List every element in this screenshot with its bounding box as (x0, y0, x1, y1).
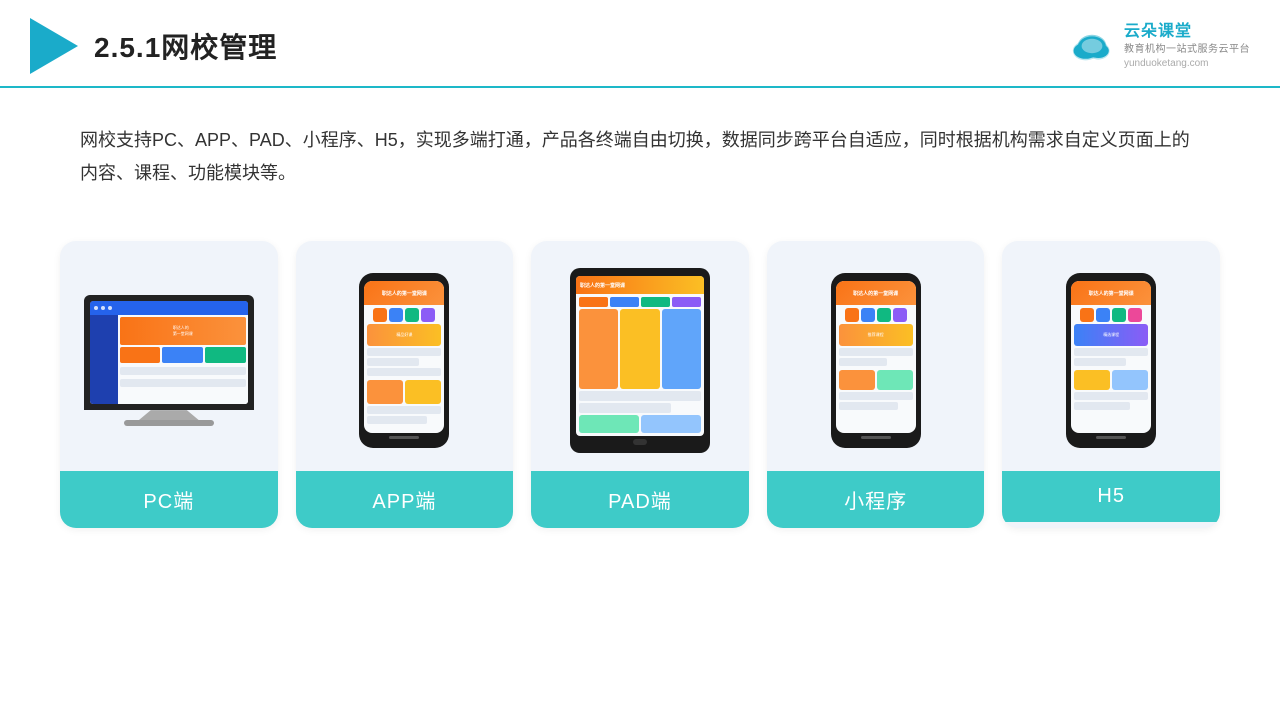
h5-phone: 职达人的第一堂网课 精选课程 (1066, 273, 1156, 448)
tablet-home-button (633, 439, 647, 445)
pc-screen-inner: 职达人的第一堂网课 (90, 301, 248, 404)
mini-phone: 职达人的第一堂网课 推荐课程 (831, 273, 921, 448)
header-left: 2.5.1网校管理 (30, 18, 277, 74)
h5-home-bar (1096, 436, 1126, 439)
h5-phone-outer: 职达人的第一堂网课 精选课程 (1066, 273, 1156, 448)
h5-label: H5 (1002, 471, 1220, 522)
tablet-mockup: 职达人的第一堂网课 (570, 268, 710, 453)
phone-outer: 职达人的第一堂网课 精品好课 (359, 273, 449, 448)
brand-logo: 云朵课堂 教育机构一站式服务云平台 yunduoketang.com (1068, 21, 1250, 71)
phone-notch (390, 273, 418, 279)
mini-label: 小程序 (767, 471, 985, 528)
brand-text: 云朵课堂 教育机构一站式服务云平台 yunduoketang.com (1124, 21, 1250, 71)
mini-notch (862, 273, 890, 279)
cloud-icon (1068, 28, 1116, 64)
header: 2.5.1网校管理 云朵课堂 教育机构一站式服务云平台 yunduoketang… (0, 0, 1280, 88)
mini-screen: 职达人的第一堂网课 推荐课程 (836, 281, 916, 433)
tablet-screen: 职达人的第一堂网课 (576, 276, 704, 436)
pc-base (124, 420, 214, 426)
brand-name: 云朵课堂 (1124, 21, 1250, 43)
pad-card: 职达人的第一堂网课 (531, 241, 749, 528)
pc-monitor: 职达人的第一堂网课 (84, 295, 254, 426)
brand-url: yunduoketang.com (1124, 57, 1250, 71)
cards-container: 职达人的第一堂网课 (0, 221, 1280, 558)
h5-card: 职达人的第一堂网课 精选课程 (1002, 241, 1220, 528)
logo-triangle-icon (30, 18, 78, 74)
description-text: 网校支持PC、APP、PAD、小程序、H5，实现多端打通，产品各终端自由切换，数… (0, 88, 1280, 211)
h5-image-area: 职达人的第一堂网课 精选课程 (1002, 241, 1220, 471)
mini-image-area: 职达人的第一堂网课 推荐课程 (767, 241, 985, 471)
pad-label: PAD端 (531, 471, 749, 528)
phone-home-bar (389, 436, 419, 439)
app-image-area: 职达人的第一堂网课 精品好课 (296, 241, 514, 471)
pad-image-area: 职达人的第一堂网课 (531, 241, 749, 471)
phone-screen: 职达人的第一堂网课 精品好课 (364, 281, 444, 433)
tablet-outer: 职达人的第一堂网课 (570, 268, 710, 453)
app-label: APP端 (296, 471, 514, 528)
mini-card: 职达人的第一堂网课 推荐课程 (767, 241, 985, 528)
pc-stand (139, 410, 199, 420)
pc-screen-outer: 职达人的第一堂网课 (84, 295, 254, 410)
app-phone: 职达人的第一堂网课 精品好课 (359, 273, 449, 448)
page-title: 2.5.1网校管理 (94, 26, 277, 66)
app-card: 职达人的第一堂网课 精品好课 (296, 241, 514, 528)
mini-home-bar (861, 436, 891, 439)
mini-phone-outer: 职达人的第一堂网课 推荐课程 (831, 273, 921, 448)
pc-image-area: 职达人的第一堂网课 (60, 241, 278, 471)
h5-screen: 职达人的第一堂网课 精选课程 (1071, 281, 1151, 433)
header-right: 云朵课堂 教育机构一站式服务云平台 yunduoketang.com (1068, 21, 1250, 71)
pc-label: PC端 (60, 471, 278, 528)
pc-card: 职达人的第一堂网课 (60, 241, 278, 528)
brand-tagline: 教育机构一站式服务云平台 (1124, 43, 1250, 57)
h5-notch (1097, 273, 1125, 279)
